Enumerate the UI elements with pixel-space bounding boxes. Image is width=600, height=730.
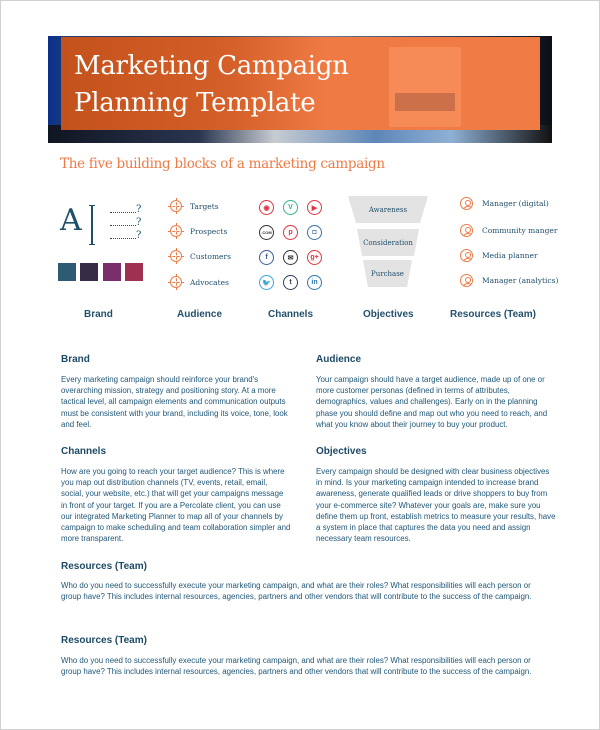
audience-label: Targets [190,201,219,211]
team-label: Media planner [482,251,538,260]
subtitle: The five building blocks of a marketing … [60,156,385,172]
column-label-objectives: Objectives [363,309,414,320]
section-body-audience: Your campaign should have a target audie… [316,375,548,429]
section-title-brand: Brand [61,354,90,365]
instagram-icon: ◘ [307,225,322,240]
question-line-2: ? [110,218,144,228]
email-icon: ✉ [283,250,298,265]
audience-item-targets: Targets [168,198,219,214]
team-item-media-planner: Media planner [460,249,538,262]
section-title-audience: Audience [316,354,362,365]
brand-letter-icon: A [60,203,82,238]
audience-item-advocates: Advocates [168,274,229,290]
title-line-1: Marketing Campaign [74,51,349,81]
column-label-brand: Brand [84,309,113,320]
vine-icon: V [283,200,298,215]
section-title-resources-repeat: Resources (Team) [61,635,147,646]
team-label: Manager (analytics) [482,276,559,285]
team-item-manager-digital: Manager (digital) [460,197,549,210]
team-item-manager-analytics: Manager (analytics) [460,274,558,287]
section-body-channels: How are you going to reach your target a… [61,467,291,544]
audience-label: Advocates [190,277,229,287]
title-line-2: Planning Template [74,88,316,118]
column-label-channels: Channels [268,309,314,320]
weibo-icon: ◉ [259,200,274,215]
color-swatch-4 [125,263,143,281]
column-label-resources: Resources (Team) [450,309,536,320]
page-title: Marketing Campaign Planning Template [74,48,494,122]
question-mark: ? [136,204,142,215]
section-title-objectives: Objectives [316,446,367,457]
question-mark: ? [136,217,142,228]
section-body-resources: Who do you need to successfully execute … [61,581,532,602]
person-icon [460,274,473,287]
twitter-icon: 🐦 [259,275,274,290]
youtube-icon: ▶ [307,200,322,215]
facebook-icon: f [259,250,274,265]
person-icon [460,197,473,210]
google-plus-icon: g+ [307,250,322,265]
section-title-resources: Resources (Team) [61,561,147,572]
target-icon [168,248,184,264]
audience-item-customers: Customers [168,248,231,264]
person-icon [460,249,473,262]
funnel-stage-purchase: Purchase [363,260,412,287]
team-label: Manager (digital) [482,199,549,208]
section-title-channels: Channels [61,446,107,457]
color-swatch-3 [103,263,121,281]
column-label-audience: Audience [177,309,223,320]
section-body-objectives: Every campaign should be designed with c… [316,467,556,544]
section-body-resources-repeat: Who do you need to successfully execute … [61,656,532,677]
team-label: Community manger [482,226,558,235]
section-body-brand: Every marketing campaign should reinforc… [61,375,288,429]
target-icon [168,198,184,214]
person-icon [460,224,473,237]
tumblr-icon: t [283,275,298,290]
question-line-1: ? [110,205,144,215]
pinterest-icon: p [283,225,298,240]
color-swatch-1 [58,263,76,281]
dotcom-icon: .COM [259,225,274,240]
funnel-stage-consideration: Consideration [357,229,419,256]
target-icon [168,274,184,290]
question-mark: ? [136,230,142,241]
team-item-community-manager: Community manger [460,224,557,237]
linkedin-icon: in [307,275,322,290]
color-swatch-2 [80,263,98,281]
question-line-3: ? [110,231,144,241]
audience-label: Prospects [190,226,228,236]
funnel-stage-awareness: Awareness [348,196,428,223]
audience-item-prospects: Prospects [168,223,228,239]
target-icon [168,223,184,239]
audience-label: Customers [190,251,231,261]
text-cursor-icon [89,205,95,245]
